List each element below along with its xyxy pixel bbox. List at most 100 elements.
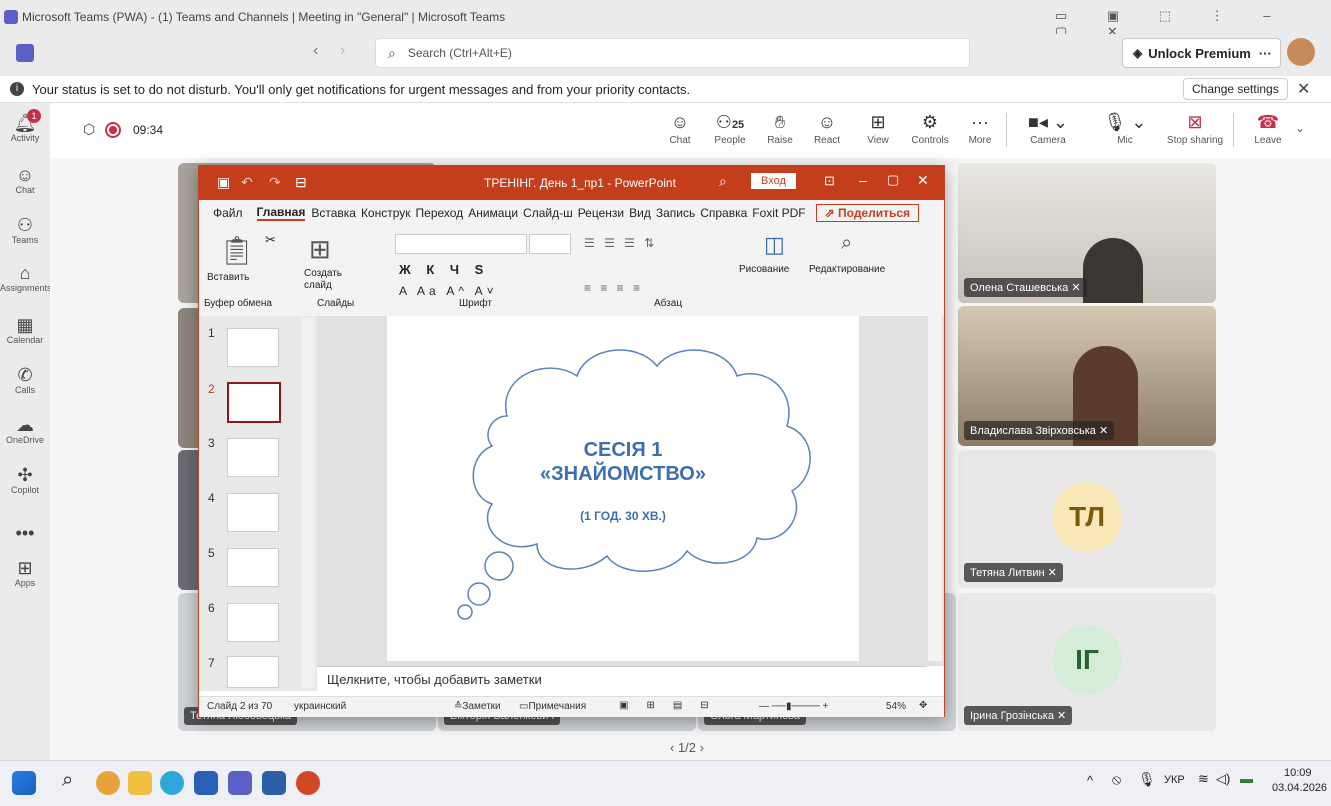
search-input[interactable]: ⌕ Search (Ctrl+Alt+E) (375, 38, 970, 68)
close-icon[interactable]: ✕ (1297, 79, 1310, 99)
pagination[interactable]: ‹ 1/2 › (670, 740, 704, 755)
react-button[interactable]: ☺ React (807, 109, 847, 146)
rail-item-calls[interactable]: ✆ Calls (0, 365, 50, 395)
rail-item-onedrive[interactable]: ☁ OneDrive (0, 415, 50, 445)
video-tile-tetiana[interactable]: ТЛ Тетяна Литвин ✕ (958, 450, 1216, 588)
copilot-icon[interactable] (96, 771, 120, 795)
powerpoint-window[interactable]: ▣ ↶ ↷ ⊟ ТРЕНІНГ. День 1_пр1 - PowerPoint… (198, 165, 945, 717)
slide-thumbnail[interactable] (227, 603, 279, 642)
stop-sharing-button[interactable]: ⊠ Stop sharing (1160, 109, 1230, 146)
volume-icon[interactable]: ◁) (1216, 771, 1230, 787)
tab-file[interactable]: Файл (213, 206, 243, 220)
slide-thumbnail[interactable] (227, 438, 279, 477)
minimize-icon[interactable]: – (859, 172, 867, 188)
close-icon[interactable]: ✕ (917, 172, 929, 189)
clock-date[interactable]: 03.04.2026 (1272, 782, 1327, 794)
redo-icon[interactable]: ↷ (269, 174, 281, 191)
login-button[interactable]: Вход (751, 173, 796, 189)
thumbnail-scrollbar[interactable] (301, 318, 315, 688)
rail-item-copilot[interactable]: ✣ Copilot (0, 465, 50, 495)
tab-record[interactable]: Запись (656, 206, 695, 220)
slide-thumbnail[interactable] (227, 493, 279, 532)
tab-animations[interactable]: Анимаци (468, 206, 518, 220)
camera-button[interactable]: ■◂ ⌄ Camera (1018, 109, 1078, 146)
slide-scrollbar[interactable] (928, 316, 942, 661)
unlock-premium-button[interactable]: ◈ Unlock Premium ··· (1122, 38, 1281, 68)
forward-arrow-icon[interactable]: › (340, 42, 345, 60)
video-tile-iryna[interactable]: ІГ Ірина Грозінська ✕ (958, 593, 1216, 731)
back-arrow-icon[interactable]: ‹ (313, 42, 318, 60)
font-color-icons[interactable]: A Aa A^ A˅ (399, 284, 498, 298)
rail-item-teams[interactable]: ⚇ Teams (0, 215, 50, 245)
align-icons[interactable]: ≡ ≡ ≡ ≡ (584, 281, 643, 295)
language-indicator[interactable]: УКР (1164, 774, 1185, 786)
mic-icon[interactable]: 🎙︎ (1138, 771, 1156, 788)
font-size-select[interactable] (529, 234, 571, 254)
tab-review[interactable]: Рецензи (578, 206, 624, 220)
more-icon[interactable]: ··· (1259, 46, 1272, 61)
edge-icon[interactable] (160, 771, 184, 795)
wifi-icon[interactable]: ≋ (1198, 771, 1209, 787)
zoom-slider[interactable]: — ──▮──── + (759, 701, 828, 712)
new-slide-button[interactable]: Создать слайд (304, 268, 349, 292)
ribbon-display-icon[interactable]: ⊡ (824, 173, 835, 189)
current-slide[interactable]: СЕСІЯ 1 «ЗНАЙОМСТВО» (1 ГОД. 30 ХВ.) (387, 316, 859, 661)
drawing-icon[interactable]: ◫ (764, 232, 785, 258)
rail-item-chat[interactable]: ☺ Chat (0, 165, 50, 195)
font-format-icons[interactable]: Ж К Ч S (399, 262, 489, 277)
search-icon[interactable]: ⌕ (719, 173, 727, 190)
people-button[interactable]: ⚇25 People (705, 109, 755, 146)
slide-thumbnail[interactable] (227, 656, 279, 688)
tab-foxit[interactable]: Foxit PDF (752, 206, 805, 220)
video-tile-vladyslava[interactable]: Владислава Звірховська ✕ (958, 306, 1216, 446)
notes-pane[interactable]: Щелкните, чтобы добавить заметки (317, 666, 927, 692)
rail-item-activity[interactable]: 🔔︎ 1 Activity (0, 109, 50, 143)
view-button[interactable]: ⊞ View (858, 109, 898, 146)
notes-button[interactable]: ≙Заметки (454, 701, 501, 712)
paste-button[interactable]: Вставить (207, 272, 249, 283)
undo-icon[interactable]: ↶ (241, 174, 253, 191)
font-name-select[interactable] (395, 234, 527, 254)
zoom-level[interactable]: 54% (886, 701, 906, 712)
controls-button[interactable]: ⚙ Controls (905, 109, 955, 146)
search-icon[interactable]: ⌕ (841, 232, 852, 255)
word-icon[interactable] (262, 771, 286, 795)
view-buttons[interactable]: ▣⊞▤⊟ (619, 700, 727, 711)
raise-button[interactable]: ✋︎ Raise (760, 109, 800, 146)
tab-design[interactable]: Конструк (361, 206, 411, 220)
tab-home[interactable]: Главная (256, 205, 306, 221)
file-explorer-icon[interactable] (128, 771, 152, 795)
battery-icon[interactable]: ▬ (1240, 771, 1253, 786)
drawing-button[interactable]: Рисование (739, 264, 789, 275)
rail-item-apps[interactable]: ⊞ Apps (0, 558, 50, 588)
store-icon[interactable] (194, 771, 218, 795)
rail-item-calendar[interactable]: ▦ Calendar (0, 315, 50, 345)
powerpoint-icon[interactable] (296, 771, 320, 795)
mic-button[interactable]: 🎙︎ ⌄ Mic (1100, 109, 1150, 146)
clock-time[interactable]: 10:09 (1284, 767, 1312, 779)
maximize-icon[interactable]: ▢ (887, 172, 899, 188)
rail-item-more[interactable]: ••• (0, 523, 50, 543)
tab-view[interactable]: Вид (629, 206, 651, 220)
chevron-up-icon[interactable]: ^ (1087, 773, 1093, 788)
video-tile-olena[interactable]: Олена Сташевська ✕ (958, 163, 1216, 303)
notifications-off-icon[interactable]: ⦸ (1112, 771, 1121, 788)
more-button[interactable]: ··· More (960, 109, 1000, 146)
chat-button[interactable]: ☺ Chat (660, 109, 700, 146)
change-settings-button[interactable]: Change settings (1183, 78, 1288, 100)
tab-slideshow[interactable]: Слайд-ш (523, 206, 573, 220)
slide-thumbnail[interactable] (227, 548, 279, 587)
chevron-down-icon[interactable]: ⌄ (1295, 121, 1305, 135)
teams-icon[interactable] (228, 771, 252, 795)
rail-item-assignments[interactable]: ⌂ Assignments (0, 263, 52, 293)
avatar[interactable] (1287, 38, 1315, 66)
windows-start-icon[interactable] (12, 771, 36, 795)
comments-button[interactable]: ▭Примечания (519, 701, 586, 712)
tab-insert[interactable]: Вставка (311, 206, 356, 220)
slide-thumbnail[interactable] (227, 328, 279, 367)
tab-transitions[interactable]: Переход (416, 206, 464, 220)
editing-button[interactable]: Редактирование (809, 264, 885, 275)
paste-icon[interactable]: 📋︎ (219, 234, 255, 267)
language-indicator[interactable]: украинский (294, 701, 346, 712)
save-icon[interactable]: ▣ (217, 174, 230, 191)
